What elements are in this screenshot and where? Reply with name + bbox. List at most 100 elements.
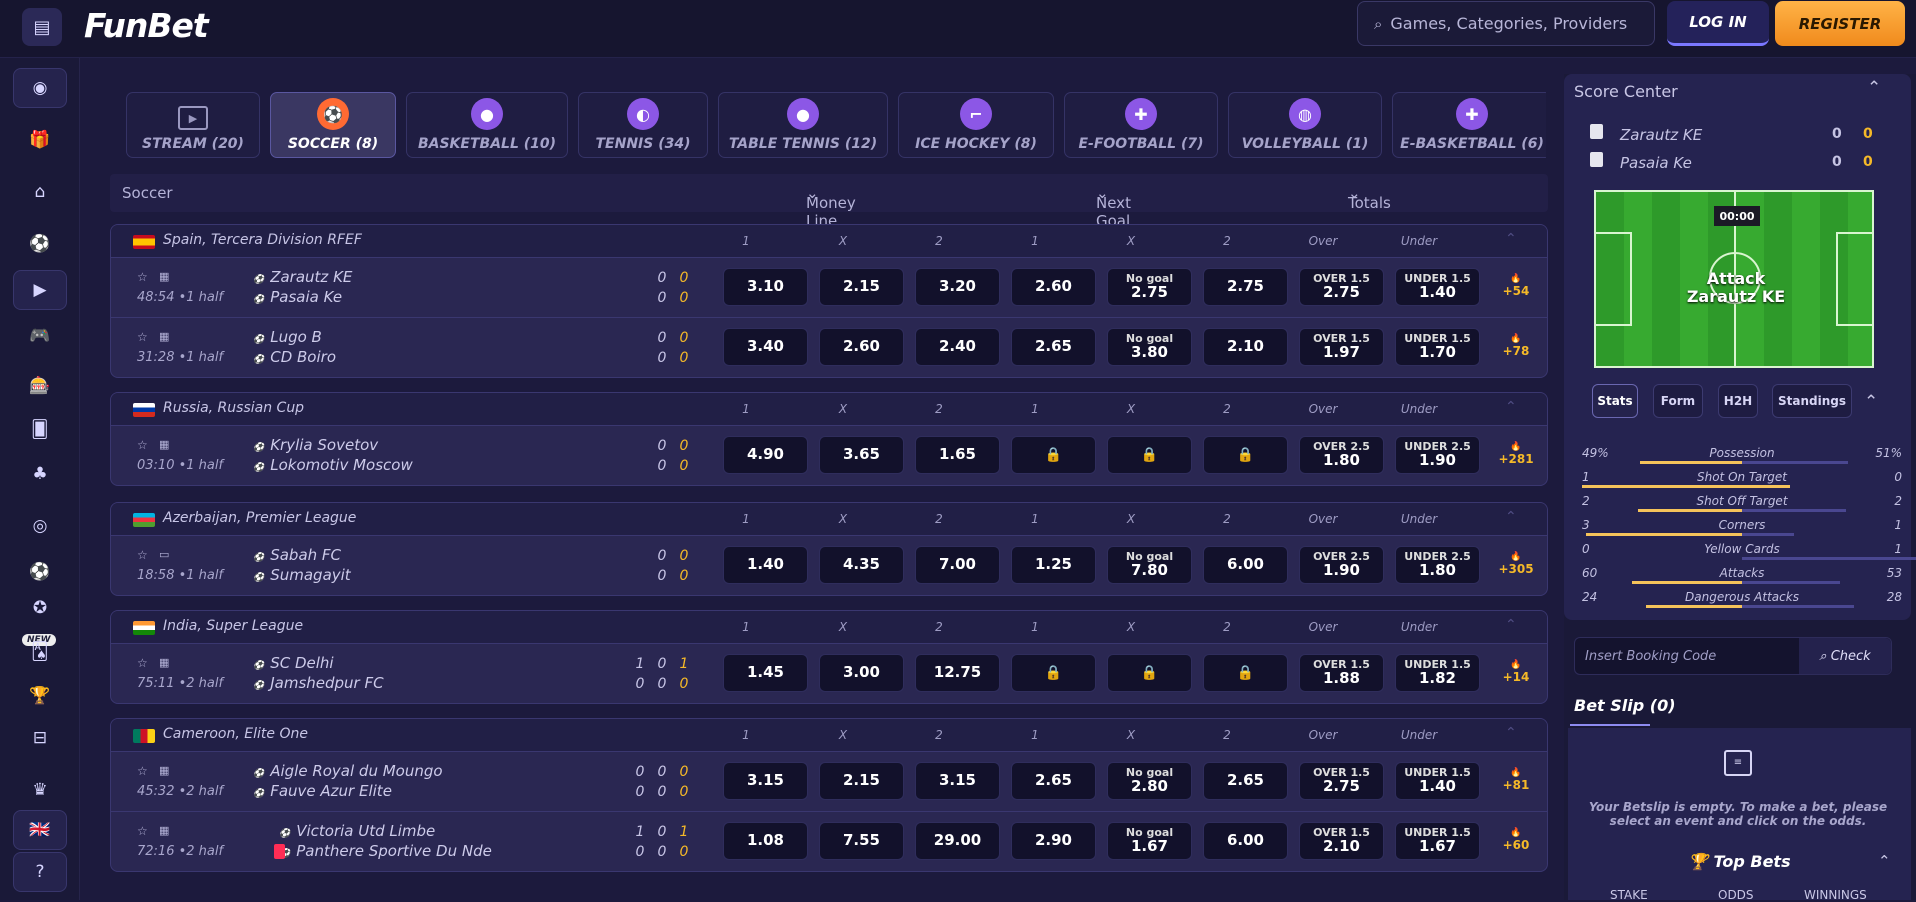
top-bets-title[interactable]: 🏆 Top Bets [1688, 852, 1791, 871]
new-fire-ball-icon[interactable]: ⚽ [13, 552, 67, 592]
gamepad-icon[interactable]: 🎮 [13, 316, 67, 356]
match-row[interactable]: ☆ ▦ 45:32 •2 half Aigle Royal du Moungo … [111, 751, 1547, 811]
over-odds-button[interactable]: OVER 1.5 1.97 [1299, 328, 1384, 366]
odds-button[interactable]: 4.90 [723, 436, 808, 474]
favorite-star-icon[interactable]: ☆ [137, 548, 148, 562]
odds-button[interactable]: 7.00 [915, 546, 1000, 584]
odds-button[interactable]: 3.10 [723, 268, 808, 306]
over-odds-button[interactable]: OVER 2.5 1.80 [1299, 436, 1384, 474]
league-header[interactable]: Cameroon, Elite One 1 X 2 1 X 2 Over Under ⌃ [111, 719, 1547, 751]
over-odds-button[interactable]: OVER 1.5 2.10 [1299, 822, 1384, 860]
soccer-ball-icon[interactable]: ⚽ [13, 224, 67, 264]
crown-icon[interactable]: ♛ [13, 770, 67, 810]
card-icon[interactable]: 🂠 [13, 410, 67, 450]
search-input[interactable]: ⌕ Games, Categories, Providers [1357, 1, 1655, 46]
collapse-chevron-icon[interactable]: ⌃ [1505, 509, 1517, 525]
odds-button[interactable]: 2.65 [1011, 328, 1096, 366]
brand-logo[interactable]: FunBet [84, 6, 209, 45]
tab-form[interactable]: Form [1653, 384, 1703, 418]
favorite-star-icon[interactable]: ☆ [137, 764, 148, 778]
play-icon[interactable]: ▶ [13, 270, 67, 310]
odds-button[interactable]: No goal 1.67 [1107, 822, 1192, 860]
under-odds-button[interactable]: UNDER 1.5 1.40 [1395, 268, 1480, 306]
favorite-star-icon[interactable]: ☆ [137, 824, 148, 838]
odds-button[interactable]: 3.15 [723, 762, 808, 800]
odds-button[interactable]: 3.20 [915, 268, 1000, 306]
top-bets-chevron-icon[interactable]: ⌃ [1878, 852, 1891, 870]
odds-button[interactable]: No goal 2.80 [1107, 762, 1192, 800]
medal-icon[interactable]: ✪ [13, 588, 67, 628]
match-row[interactable]: ☆ ▦ 48:54 •1 half Zarautz KE Pasaia Ke 0… [111, 257, 1547, 317]
odds-button[interactable]: 1.45 [723, 654, 808, 692]
odds-button[interactable]: 2.60 [819, 328, 904, 366]
tab-tennis[interactable]: ◐ TENNIS (34) [578, 92, 708, 158]
tab-soccer[interactable]: ⚽ SOCCER (8) [270, 92, 396, 158]
collapse-chevron-icon[interactable]: ⌃ [1867, 78, 1881, 98]
match-row[interactable]: ☆ ▦ 31:28 •1 half Lugo B CD Boiro 00003.… [111, 317, 1547, 377]
favorite-star-icon[interactable]: ☆ [137, 330, 148, 344]
league-header[interactable]: India, Super League 1 X 2 1 X 2 Over Under ⌃ [111, 611, 1547, 643]
tab-e-football[interactable]: ✚ E-FOOTBALL (7) [1064, 92, 1218, 158]
tab-stats[interactable]: Stats [1592, 384, 1638, 418]
odds-button[interactable]: 2.40 [915, 328, 1000, 366]
odds-button[interactable]: 3.65 [819, 436, 904, 474]
collapse-chevron-icon[interactable]: ⌃ [1505, 231, 1517, 247]
help-icon[interactable]: ? [13, 852, 67, 892]
over-odds-button[interactable]: OVER 2.5 1.90 [1299, 546, 1384, 584]
more-markets-link[interactable]: +281 [1496, 442, 1536, 466]
odds-button[interactable]: 6.00 [1203, 822, 1288, 860]
under-odds-button[interactable]: UNDER 1.5 1.70 [1395, 328, 1480, 366]
over-odds-button[interactable]: OVER 1.5 1.88 [1299, 654, 1384, 692]
booking-code-input[interactable]: Insert Booking Code ⌕ Check [1574, 637, 1892, 675]
odds-button[interactable]: 3.40 [723, 328, 808, 366]
odds-button[interactable]: 3.00 [819, 654, 904, 692]
odds-button[interactable]: 2.90 [1011, 822, 1096, 860]
match-row[interactable]: ☆ ▦ 03:10 •1 half Krylia Sovetov Lokomot… [111, 425, 1547, 485]
match-row[interactable]: ☆ ▭ 18:58 •1 half Sabah FC Sumagayit 000… [111, 535, 1547, 595]
more-markets-link[interactable]: +305 [1496, 552, 1536, 576]
collapse-chevron-icon[interactable]: ⌃ [1505, 725, 1517, 741]
odds-button[interactable]: 12.75 [915, 654, 1000, 692]
clover-icon[interactable]: ♣ [13, 454, 67, 494]
more-markets-link[interactable]: +60 [1496, 828, 1536, 852]
more-markets-link[interactable]: +78 [1496, 334, 1536, 358]
tab-basketball[interactable]: ● BASKETBALL (10) [406, 92, 568, 158]
gift-icon[interactable]: 🎁 [13, 120, 67, 160]
collapse-chevron-icon[interactable]: ⌃ [1505, 617, 1517, 633]
home-icon[interactable]: ⌂ [13, 172, 67, 212]
uk-flag-icon[interactable]: 🇬🇧 [13, 810, 67, 850]
league-header[interactable]: Azerbaijan, Premier League 1 X 2 1 X 2 Over Unde… [111, 503, 1547, 535]
tab-table-tennis[interactable]: ● TABLE TENNIS (12) [718, 92, 888, 158]
league-header[interactable]: Russia, Russian Cup 1 X 2 1 X 2 Over Under ⌃ [111, 393, 1547, 425]
cards-icon[interactable]: 🂡 [13, 632, 67, 672]
next-goal-dropdown[interactable]: Next Goal ⌄ [1096, 184, 1131, 230]
under-odds-button[interactable]: UNDER 2.5 1.90 [1395, 436, 1480, 474]
check-button[interactable]: ⌕ Check [1799, 638, 1891, 674]
odds-button[interactable]: 3.15 [915, 762, 1000, 800]
odds-button[interactable]: 2.15 [819, 268, 904, 306]
betslip-tab[interactable]: Bet Slip (0) [1574, 696, 1676, 715]
league-header[interactable]: Spain, Tercera Division RFEF 1 X 2 1 X 2 Over Un… [111, 225, 1547, 257]
more-markets-link[interactable]: +14 [1496, 660, 1536, 684]
odds-button[interactable]: 2.65 [1011, 762, 1096, 800]
tab-stream[interactable]: ▶ STREAM (20) [126, 92, 260, 158]
over-odds-button[interactable]: OVER 1.5 2.75 [1299, 268, 1384, 306]
odds-button[interactable]: No goal 7.80 [1107, 546, 1192, 584]
totals-dropdown[interactable]: Totals ⌄ [1348, 184, 1391, 212]
odds-button[interactable]: 2.65 [1203, 762, 1288, 800]
trophy-icon[interactable]: 🏆 [13, 676, 67, 716]
tab-standings[interactable]: Standings [1772, 384, 1852, 418]
slot-machine-icon[interactable]: 🎰 [13, 366, 67, 406]
under-odds-button[interactable]: UNDER 1.5 1.40 [1395, 762, 1480, 800]
odds-button[interactable]: 1.08 [723, 822, 808, 860]
egg-icon[interactable]: ◉ [13, 68, 67, 108]
basket-icon[interactable]: ⊟ [13, 718, 67, 758]
odds-button[interactable]: 1.25 [1011, 546, 1096, 584]
under-odds-button[interactable]: UNDER 1.5 1.82 [1395, 654, 1480, 692]
tab-h2h[interactable]: H2H [1718, 384, 1758, 418]
tab-ice-hockey[interactable]: ⌐ ICE HOCKEY (8) [898, 92, 1054, 158]
odds-button[interactable]: 2.15 [819, 762, 904, 800]
odds-button[interactable]: 29.00 [915, 822, 1000, 860]
favorite-star-icon[interactable]: ☆ [137, 656, 148, 670]
odds-button[interactable]: 7.55 [819, 822, 904, 860]
